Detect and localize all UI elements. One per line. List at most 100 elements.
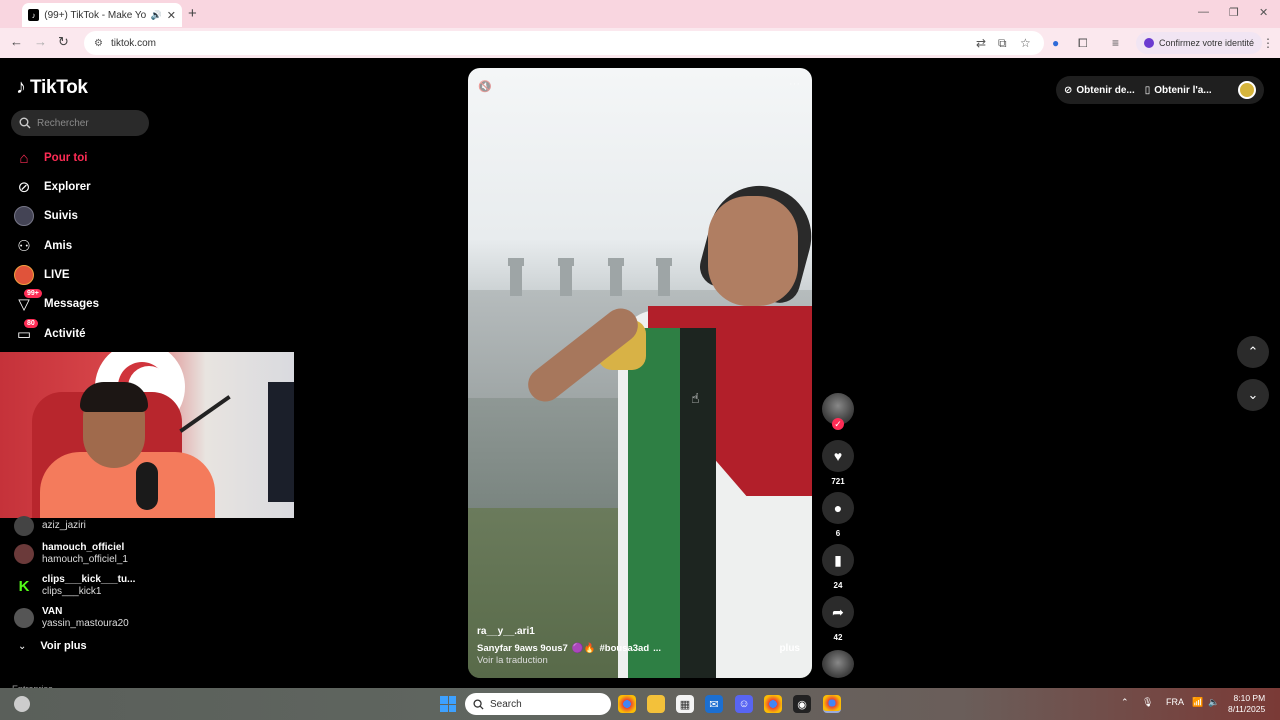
nav-messages[interactable]: ▽ 99+ Messages <box>14 289 99 316</box>
tiktok-favicon-icon: ♪ <box>28 9 40 21</box>
profile-button[interactable]: Confirmez votre identité <box>1136 32 1263 54</box>
translate-icon[interactable]: ⇄ <box>976 36 986 50</box>
user-avatar[interactable] <box>1238 81 1256 99</box>
url-text: tiktok.com <box>110 37 156 49</box>
heart-icon: ♥ <box>833 448 843 464</box>
see-more-label: Voir plus <box>40 640 87 652</box>
windows-taskbar: Search ▦ ✉ ☺ ◉ ⌃ 🎙 FRA 📶 🔈 8:10 PM 8/11/… <box>0 688 1280 720</box>
file-explorer-icon[interactable] <box>647 695 665 713</box>
reload-icon[interactable]: ↻ <box>58 34 69 50</box>
language-indicator[interactable]: FRA <box>1166 697 1184 707</box>
profile-avatar-icon <box>1144 38 1154 48</box>
nav-explore[interactable]: ⊘ Explorer <box>14 175 91 199</box>
nav-activity[interactable]: ▭ 80 Activité <box>14 319 86 346</box>
more-options-icon[interactable]: ··· <box>789 78 800 90</box>
account-handle: yassin_mastoura20 <box>42 618 129 629</box>
nav-label: Amis <box>44 240 73 252</box>
avatar-icon <box>14 206 34 226</box>
weather-icon[interactable] <box>14 696 30 712</box>
extensions-puzzle-icon[interactable]: ⧠ <box>1078 36 1088 51</box>
window-close-icon[interactable]: ✕ <box>1259 6 1268 19</box>
extension-icon[interactable]: ● <box>1052 36 1059 50</box>
wifi-icon[interactable]: 📶 <box>1192 697 1203 708</box>
kick-logo-icon: K <box>14 576 34 596</box>
back-icon[interactable]: ← <box>10 34 23 49</box>
share-button[interactable]: ➦ <box>822 596 854 628</box>
bookmark-star-icon[interactable]: ☆ <box>1020 36 1031 50</box>
taskbar-search[interactable]: Search <box>465 693 611 715</box>
chevron-up-icon: ⌃ <box>1247 344 1259 359</box>
webcam-overlay <box>0 352 294 518</box>
nav-live[interactable]: LIVE <box>14 263 70 287</box>
clock-time: 8:10 PM <box>1233 693 1266 703</box>
music-disc-avatar[interactable] <box>822 650 854 678</box>
avatar <box>14 516 34 536</box>
nav-friends[interactable]: ⚇ Amis <box>14 234 72 258</box>
system-clock[interactable]: 8:10 PM 8/11/2025 <box>1228 693 1265 715</box>
minimize-icon[interactable]: — <box>1198 6 1209 18</box>
maximize-icon[interactable]: ❐ <box>1229 6 1239 19</box>
tray-overflow-icon[interactable]: ⌃ <box>1121 697 1129 708</box>
browser-tab[interactable]: ♪ (99+) TikTok - Make Your D 🔊 ✕ <box>22 3 182 27</box>
previous-video-button[interactable]: ⌃ <box>1237 336 1269 368</box>
description-text: Sanyfar 9aws 9ous7 <box>477 643 568 654</box>
activity-badge: 80 <box>24 319 38 328</box>
volume-tray-icon[interactable]: 🔈 <box>1208 697 1219 708</box>
video-author[interactable]: ra__y__.ari1 <box>477 626 535 637</box>
search-icon <box>473 698 484 710</box>
messages-icon: ▽ 99+ <box>14 289 42 314</box>
chrome-icon[interactable] <box>618 695 636 713</box>
address-bar[interactable]: ⚙ tiktok.com <box>84 31 1044 55</box>
phone-icon: ▯ <box>1144 84 1151 96</box>
nav-for-you[interactable]: ⌂ Pour toi <box>14 146 87 170</box>
see-translation-link[interactable]: Voir la traduction <box>477 655 548 666</box>
more-link[interactable]: plus <box>779 643 800 654</box>
obs-icon[interactable]: ◉ <box>793 695 811 713</box>
following-account[interactable]: aziz_jaziri <box>14 516 86 536</box>
audio-icon[interactable]: 🔊 <box>151 10 162 21</box>
address-bar-row: ← → ↻ ⚙ tiktok.com ⇄ ⧉ ☆ ● ⧠ ≡ Confirmez… <box>0 28 1280 58</box>
video-player[interactable]: 🔇 ··· ra__y__.ari1 Sanyfar 9aws 9ous7 🟣🔥… <box>468 68 812 678</box>
windows-start-button[interactable] <box>440 696 456 712</box>
browser-tabbar: ♪ (99+) TikTok - Make Your D 🔊 ✕ + — ❐ ✕ <box>0 0 1280 28</box>
comment-button[interactable]: ● <box>822 492 854 524</box>
tab-title: (99+) TikTok - Make Your D <box>44 9 146 21</box>
forward-icon[interactable]: → <box>34 34 47 49</box>
discord-icon[interactable]: ☺ <box>735 695 753 713</box>
get-app-label: Obtenir l'a... <box>1154 84 1212 96</box>
next-video-button[interactable]: ⌄ <box>1237 379 1269 411</box>
bookmark-icon: ▮ <box>834 551 842 568</box>
install-icon[interactable]: ⧉ <box>998 36 1007 51</box>
tab-list-icon[interactable]: ≡ <box>1112 36 1119 50</box>
chrome-active-icon[interactable] <box>823 695 841 713</box>
chrome-profile-icon[interactable] <box>764 695 782 713</box>
nav-label: Messages <box>44 298 99 310</box>
store-icon[interactable]: ▦ <box>676 695 694 713</box>
nav-following[interactable]: Suivis <box>14 204 78 228</box>
like-count: 721 <box>831 477 845 486</box>
get-coins-button[interactable]: ⊘ Obtenir de... <box>1064 85 1135 96</box>
search-input[interactable]: Rechercher <box>11 110 149 136</box>
chevron-down-icon: ⌄ <box>18 640 27 652</box>
following-account[interactable]: K clips___kick___tu... clips___kick1 <box>14 574 135 598</box>
get-app-button[interactable]: ▯ Obtenir l'a... <box>1145 85 1212 96</box>
microphone-icon[interactable]: 🎙 <box>1142 697 1153 708</box>
profile-label: Confirmez votre identité <box>1159 38 1255 48</box>
site-info-icon[interactable]: ⚙ <box>94 38 103 49</box>
tiktok-logo[interactable]: ♪ TikTok <box>16 76 88 99</box>
save-button[interactable]: ▮ <box>822 544 854 576</box>
following-account[interactable]: hamouch_officiel hamouch_officiel_1 <box>14 542 128 566</box>
mail-icon[interactable]: ✉ <box>705 695 723 713</box>
like-button[interactable]: ♥ <box>822 440 854 472</box>
hashtag-link[interactable]: #bousa3ad <box>600 643 650 654</box>
nav-label: LIVE <box>44 269 70 281</box>
following-account[interactable]: VAN yassin_mastoura20 <box>14 606 129 630</box>
follow-plus-icon[interactable]: ✓ <box>832 418 844 430</box>
close-tab-icon[interactable]: ✕ <box>167 9 176 22</box>
new-tab-button[interactable]: + <box>188 5 197 22</box>
account-handle: aziz_jaziri <box>42 520 86 531</box>
see-more-button[interactable]: ⌄ Voir plus <box>18 640 87 652</box>
browser-menu-icon[interactable]: ⋮ <box>1262 36 1274 50</box>
clock-date: 8/11/2025 <box>1228 704 1266 714</box>
volume-icon[interactable]: 🔇 <box>478 80 492 93</box>
